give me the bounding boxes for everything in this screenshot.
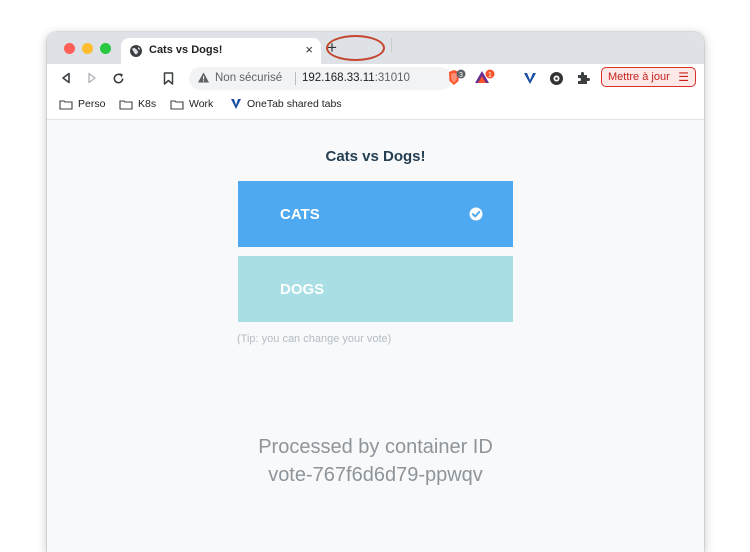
brave-shields-icon[interactable]: 3 <box>447 68 467 88</box>
page-title: Cats vs Dogs! <box>325 148 426 165</box>
address-bar[interactable]: Non sécurisé 192.168.33.11:31010 <box>189 67 452 90</box>
bookmark-label: K8s <box>138 98 157 110</box>
url-port-highlight <box>326 35 385 61</box>
address-separator <box>295 72 296 85</box>
vote-cats-button[interactable]: CATS <box>238 181 513 247</box>
toolbar: Non sécurisé 192.168.33.11:31010 3 1 Met… <box>47 64 704 92</box>
bookmark-perso[interactable]: Perso <box>59 98 105 110</box>
brave-rewards-icon[interactable]: 1 <box>474 68 496 88</box>
update-button[interactable]: Mettre à jour ☰ <box>601 67 696 87</box>
onetab-icon <box>231 99 241 109</box>
folder-icon <box>170 99 184 110</box>
globe-icon <box>130 45 142 57</box>
bookmark-work[interactable]: Work <box>170 98 213 110</box>
browser-window: Cats vs Dogs! × + Non sécurisé 192.168.3… <box>47 32 704 552</box>
warning-icon <box>198 72 209 83</box>
security-label: Non sécurisé <box>215 72 283 84</box>
url-host: 192.168.33.11 <box>302 72 375 84</box>
option-b-label: DOGS <box>280 280 325 298</box>
page-content: Cats vs Dogs! CATS DOGS (Tip: you can ch… <box>47 120 704 552</box>
extension-circle-icon[interactable] <box>547 68 565 88</box>
bookmark-onetab[interactable]: OneTab shared tabs <box>230 98 342 110</box>
brave-badge: 3 <box>459 72 463 79</box>
extensions-puzzle-icon[interactable] <box>574 68 592 88</box>
reload-icon[interactable] <box>109 68 127 88</box>
extension-separator <box>391 38 392 52</box>
browser-tab[interactable]: Cats vs Dogs! × <box>121 38 321 64</box>
tab-close-icon[interactable]: × <box>305 42 313 57</box>
bookmark-label: Perso <box>78 98 106 110</box>
back-icon[interactable] <box>57 68 75 88</box>
minimize-window-button[interactable] <box>82 43 93 54</box>
maximize-window-button[interactable] <box>100 43 111 54</box>
folder-icon <box>119 99 133 110</box>
tip-text: (Tip: you can change your vote) <box>237 333 392 345</box>
folder-icon <box>59 99 73 110</box>
processed-by-label: Processed by container ID <box>258 436 493 458</box>
close-window-button[interactable] <box>64 43 75 54</box>
bookmark-label: Work <box>189 98 214 110</box>
update-label: Mettre à jour <box>608 71 670 83</box>
forward-icon[interactable] <box>83 68 101 88</box>
container-id: vote-767f6d6d79-ppwqv <box>268 464 483 486</box>
tab-title: Cats vs Dogs! <box>149 44 223 56</box>
bookmark-k8s[interactable]: K8s <box>119 98 156 110</box>
bookmarks-bar: Perso K8s Work OneTab shared tabs <box>47 92 704 120</box>
menu-icon: ☰ <box>678 70 689 84</box>
url-text: 192.168.33.11:31010 <box>302 72 410 84</box>
rewards-badge: 1 <box>488 72 492 79</box>
vpn-extension-icon[interactable] <box>521 68 539 88</box>
vote-dogs-button[interactable]: DOGS <box>238 256 513 322</box>
url-port: :31010 <box>374 72 410 84</box>
check-icon <box>469 207 483 221</box>
bookmark-icon[interactable] <box>159 68 177 88</box>
option-a-label: CATS <box>280 205 320 223</box>
bookmark-label: OneTab shared tabs <box>247 98 342 110</box>
